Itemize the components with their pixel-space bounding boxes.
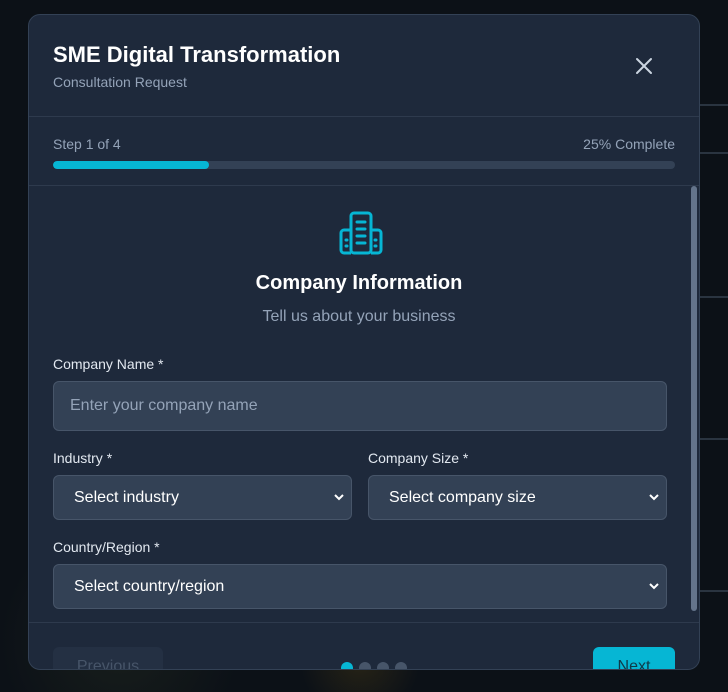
section-subtitle: Tell us about your business	[262, 308, 456, 325]
progress-bar-fill	[53, 161, 209, 169]
step-dot	[377, 662, 389, 669]
modal-title: SME Digital Transformation	[53, 42, 341, 67]
company-name-label: Company Name *	[53, 356, 164, 372]
progress-bar	[53, 161, 675, 169]
building-icon	[339, 211, 383, 255]
industry-select[interactable]: Select industry	[53, 475, 352, 520]
consultation-modal: SME Digital Transformation Consultation …	[28, 14, 700, 670]
step-dot	[395, 662, 407, 669]
industry-select-value: Select industry	[74, 488, 179, 506]
step-dot	[359, 662, 371, 669]
chevron-down-icon	[649, 494, 659, 501]
backdrop-line	[698, 104, 728, 106]
company-size-select-value: Select company size	[389, 488, 536, 506]
country-select-value: Select country/region	[74, 577, 225, 595]
backdrop-line	[698, 296, 728, 298]
backdrop-line	[698, 152, 728, 154]
chevron-down-icon	[334, 494, 344, 501]
scrollbar-thumb[interactable]	[691, 186, 697, 611]
next-button[interactable]: Next	[593, 647, 675, 669]
step-dot	[341, 662, 353, 669]
step-indicator	[341, 662, 407, 669]
backdrop-line	[698, 590, 728, 592]
company-size-label: Company Size *	[368, 450, 469, 466]
modal-footer: Previous Next	[29, 622, 699, 669]
chevron-down-icon	[649, 583, 659, 590]
section-title: Company Information	[255, 272, 463, 294]
step-label: Step 1 of 4	[53, 136, 121, 152]
close-icon	[636, 58, 652, 74]
content-scrollbar[interactable]	[689, 186, 699, 622]
company-size-select[interactable]: Select company size	[368, 475, 667, 520]
progress-percent: 25% Complete	[583, 136, 675, 152]
modal-subtitle: Consultation Request	[53, 74, 187, 90]
previous-button[interactable]: Previous	[53, 647, 163, 669]
country-label: Country/Region *	[53, 539, 160, 555]
country-select[interactable]: Select country/region	[53, 564, 667, 609]
industry-label: Industry *	[53, 450, 113, 466]
form-content: Company Information Tell us about your b…	[29, 186, 699, 622]
modal-header: SME Digital Transformation Consultation …	[29, 15, 699, 117]
progress-section: Step 1 of 4 25% Complete	[29, 117, 699, 186]
backdrop-line	[698, 438, 728, 440]
company-name-input[interactable]	[53, 381, 667, 431]
close-button[interactable]	[633, 55, 655, 77]
